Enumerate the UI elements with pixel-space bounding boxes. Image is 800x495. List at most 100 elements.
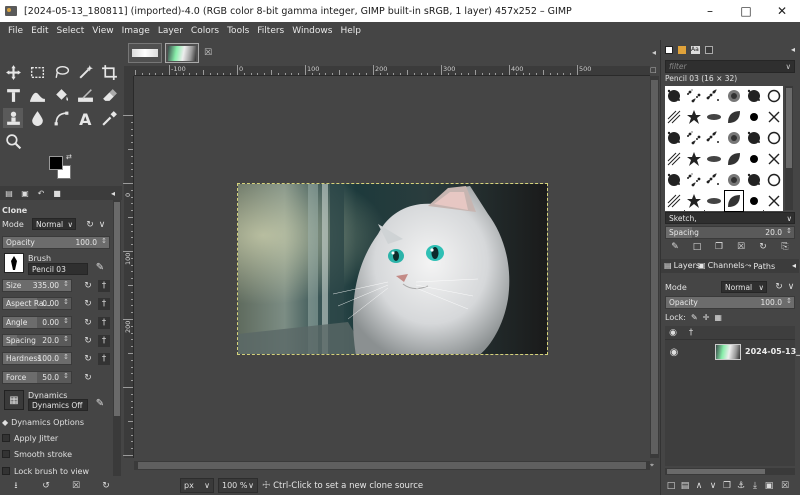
- smooth-stroke-row[interactable]: Smooth stroke: [2, 447, 72, 461]
- brush-thumbnail[interactable]: [704, 191, 724, 211]
- aspect-spin-icon[interactable]: ↕: [63, 298, 69, 306]
- angle-slider[interactable]: Angle 0.00 ↕: [2, 316, 72, 329]
- maximize-button[interactable]: □: [728, 0, 764, 22]
- tool-options-tab-icon[interactable]: ▤: [2, 187, 16, 199]
- reset-force-icon[interactable]: ↻: [82, 372, 94, 384]
- opacity-slider[interactable]: Opacity 100.0 ↕: [2, 236, 110, 249]
- minimize-button[interactable]: –: [692, 0, 728, 22]
- color-picker-tool-icon[interactable]: [99, 108, 119, 128]
- lock-position-icon[interactable]: ✛: [703, 313, 710, 322]
- patterns-tab-icon[interactable]: [678, 45, 686, 54]
- device-status-tab-icon[interactable]: ▣: [18, 187, 32, 199]
- menu-file[interactable]: File: [4, 26, 27, 36]
- reset-size-icon[interactable]: ↻: [82, 280, 94, 292]
- open-brush-icon[interactable]: ⎘: [779, 241, 791, 253]
- brush-thumbnail[interactable]: [684, 128, 704, 148]
- brush-thumbnail[interactable]: [724, 170, 744, 190]
- layers-menu-icon[interactable]: ◂: [792, 261, 796, 270]
- image-tab-2-active[interactable]: [165, 43, 199, 63]
- clone-tool-icon[interactable]: [3, 108, 23, 128]
- images-tab-icon[interactable]: ■: [50, 187, 64, 199]
- layer-mask-icon[interactable]: ▣: [763, 480, 775, 492]
- opacity-spin-icon[interactable]: ↕: [101, 237, 107, 245]
- menu-windows[interactable]: Windows: [288, 26, 336, 36]
- brush-thumbnail[interactable]: [704, 107, 724, 127]
- tab-channels[interactable]: ▣ Channels: [698, 261, 745, 270]
- brush-thumbnail[interactable]: [704, 170, 724, 190]
- dynamics-options-expander[interactable]: ◆ Dynamics Options: [2, 415, 84, 429]
- undo-history-tab-icon[interactable]: ↶: [34, 187, 48, 199]
- brush-grid[interactable]: [665, 86, 783, 212]
- link-hardness-icon[interactable]: †: [98, 353, 110, 365]
- brush-thumbnail[interactable]: [744, 128, 764, 148]
- brush-thumbnail[interactable]: [665, 86, 684, 106]
- canvas-vertical-scrollbar[interactable]: [650, 76, 659, 458]
- move-tool-icon[interactable]: [3, 62, 23, 82]
- menu-colors[interactable]: Colors: [187, 26, 223, 36]
- close-image-tab-icon[interactable]: ☒: [204, 48, 212, 58]
- brush-thumbnail[interactable]: [744, 191, 764, 211]
- paintbrush-tool-icon[interactable]: [75, 85, 95, 105]
- brush-thumbnail[interactable]: [764, 128, 783, 148]
- lock-alpha-icon[interactable]: ▦: [714, 313, 722, 322]
- eraser-tool-icon[interactable]: [99, 85, 119, 105]
- hardness-slider[interactable]: Hardness 100.0 ↕: [2, 352, 72, 365]
- brush-spacing-spin-icon[interactable]: ↕: [786, 227, 792, 235]
- force-slider[interactable]: Force 50.0 ↕: [2, 371, 72, 384]
- delete-brush-icon[interactable]: ☒: [735, 241, 747, 253]
- brush-thumbnail[interactable]: [744, 86, 764, 106]
- brush-thumbnail[interactable]: [665, 191, 684, 211]
- brush-thumbnail[interactable]: [704, 128, 724, 148]
- brush-thumbnail[interactable]: [764, 191, 783, 211]
- gradients-tab-icon[interactable]: [705, 45, 713, 54]
- layer-mode-reset-icon[interactable]: ↻: [773, 281, 785, 293]
- mode-dropdown[interactable]: Normal ∨: [32, 218, 76, 230]
- brush-spacing-slider[interactable]: Spacing 20.0 ↕: [665, 226, 795, 239]
- delete-options-icon[interactable]: ☒: [70, 480, 82, 492]
- new-brush-icon[interactable]: □: [691, 241, 703, 253]
- brush-thumbnail[interactable]: [665, 107, 684, 127]
- layer-opacity-slider[interactable]: Opacity 100.0 ↕: [665, 296, 795, 309]
- close-window-button[interactable]: ✕: [764, 0, 800, 22]
- lock-pixels-icon[interactable]: ✎: [691, 313, 698, 322]
- brush-name-field[interactable]: Pencil 03: [28, 263, 88, 275]
- menu-layer[interactable]: Layer: [154, 26, 187, 36]
- force-spin-icon[interactable]: ↕: [63, 372, 69, 380]
- text-tool-icon[interactable]: A: [75, 108, 95, 128]
- unit-dropdown[interactable]: px ∨: [180, 478, 214, 493]
- crop-tool-icon[interactable]: [99, 62, 119, 82]
- brush-thumbnail[interactable]: [764, 149, 783, 169]
- brush-thumbnail[interactable]: [684, 149, 704, 169]
- tab-paths[interactable]: ⤳ Paths: [745, 261, 775, 271]
- tab-layers[interactable]: ▤ Layers: [664, 261, 700, 270]
- brush-thumbnail[interactable]: [665, 149, 684, 169]
- new-layer-group-icon[interactable]: ▤: [679, 480, 691, 492]
- brush-thumbnail[interactable]: [744, 107, 764, 127]
- menu-view[interactable]: View: [88, 26, 117, 36]
- reset-options-icon[interactable]: ↻: [100, 480, 112, 492]
- dynamics-field[interactable]: Dynamics Off: [28, 399, 88, 411]
- menu-edit[interactable]: Edit: [27, 26, 52, 36]
- brushes-tab-icon[interactable]: [665, 45, 673, 54]
- warp-transform-tool-icon[interactable]: [27, 85, 47, 105]
- reset-mode-icon[interactable]: ↻: [84, 219, 96, 231]
- brush-thumbnail[interactable]: [724, 128, 744, 148]
- brush-thumbnail[interactable]: [684, 107, 704, 127]
- spacing-slider[interactable]: Spacing 20.0 ↕: [2, 334, 72, 347]
- layer-mode-arrow-icon[interactable]: ∨: [785, 281, 797, 293]
- brush-thumbnail[interactable]: [684, 170, 704, 190]
- refresh-brushes-icon[interactable]: ↻: [757, 241, 769, 253]
- lock-brush-row[interactable]: Lock brush to view: [2, 464, 89, 478]
- size-spin-icon[interactable]: ↕: [63, 280, 69, 288]
- brush-filter-input[interactable]: filter ∨: [665, 60, 795, 73]
- menu-tools[interactable]: Tools: [223, 26, 253, 36]
- hardness-spin-icon[interactable]: ↕: [63, 353, 69, 361]
- duplicate-layer-icon[interactable]: ❐: [721, 480, 733, 492]
- brush-preview[interactable]: [4, 253, 24, 273]
- angle-spin-icon[interactable]: ↕: [63, 317, 69, 325]
- duplicate-brush-icon[interactable]: ❐: [713, 241, 725, 253]
- delete-layer-icon[interactable]: ☒: [779, 480, 791, 492]
- rect-select-tool-icon[interactable]: [27, 62, 47, 82]
- image-tabs-menu-icon[interactable]: ◂: [652, 48, 656, 57]
- unified-transform-tool-icon[interactable]: [3, 85, 23, 105]
